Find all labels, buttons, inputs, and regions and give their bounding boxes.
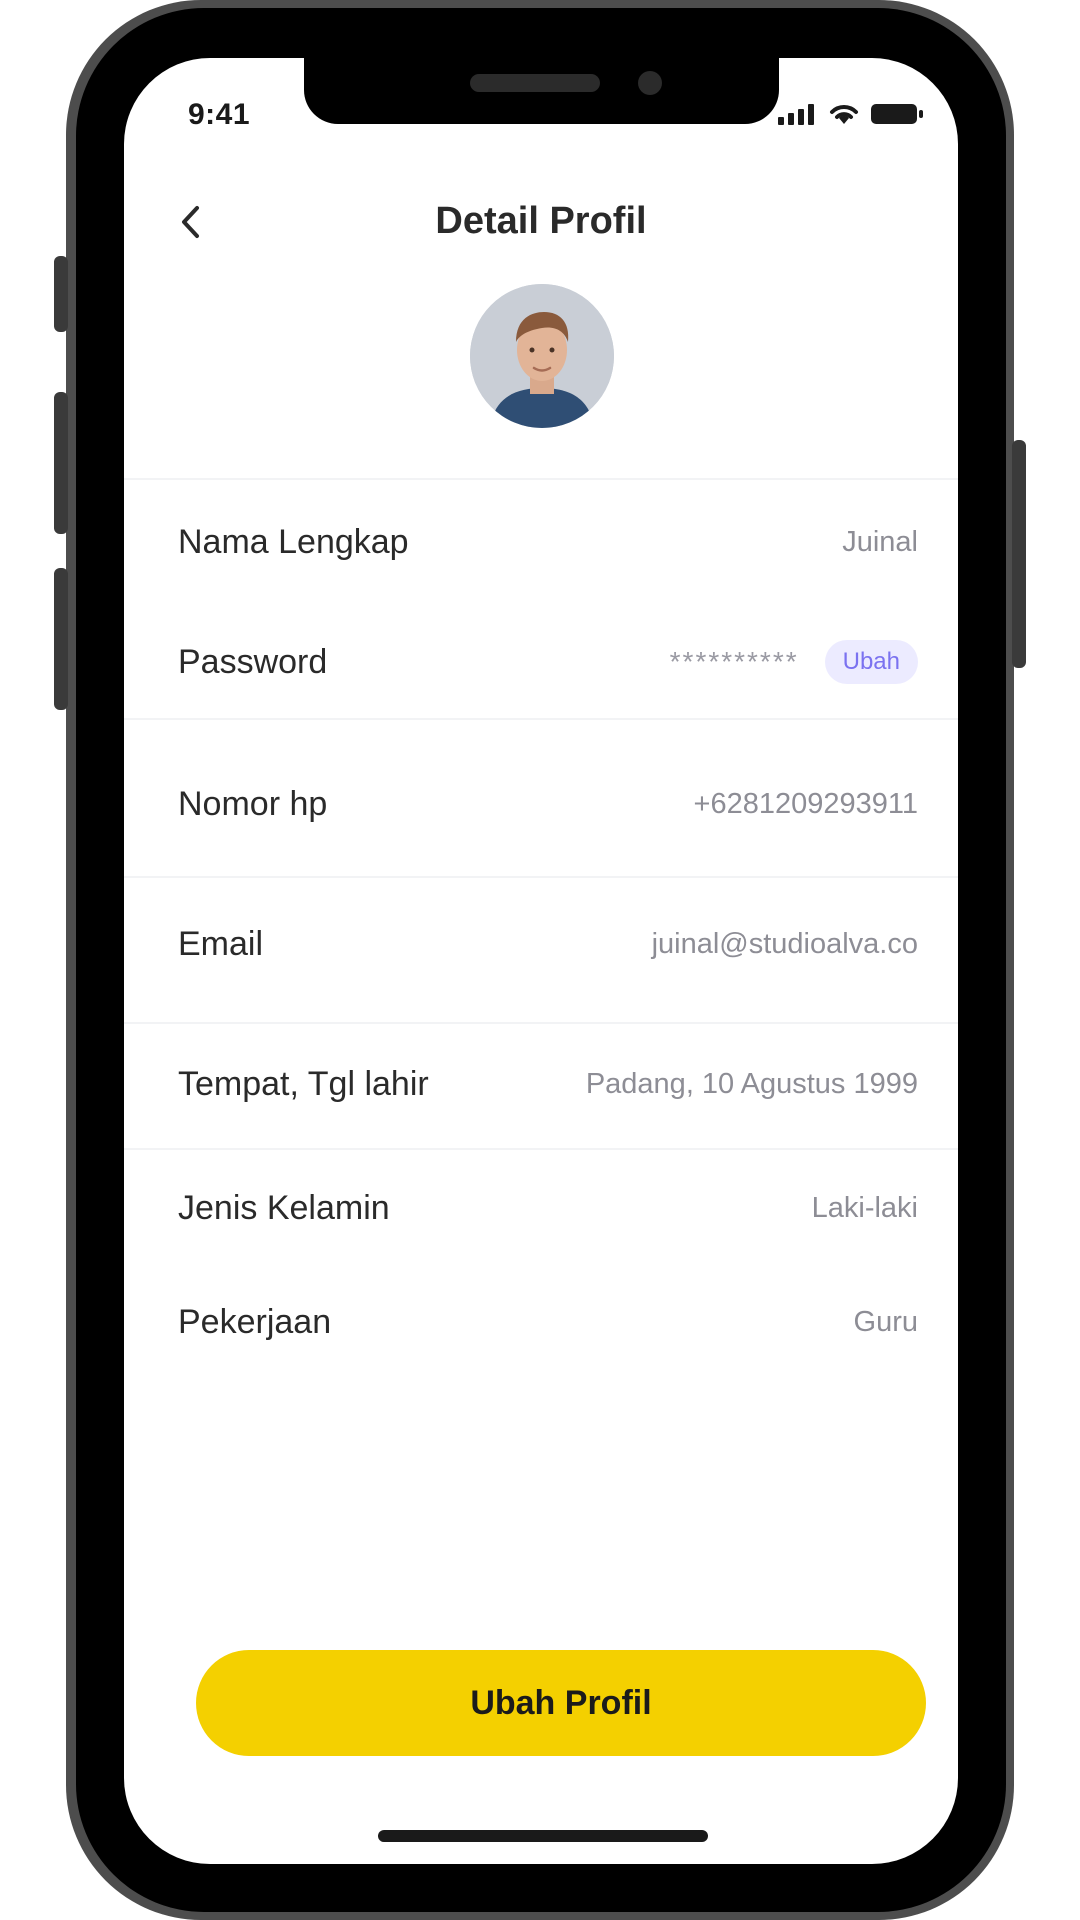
email-label: Email <box>178 924 264 963</box>
phone-label: Nomor hp <box>178 784 328 823</box>
row-divider <box>124 1148 958 1150</box>
gender-label: Jenis Kelamin <box>178 1188 390 1227</box>
gender-value: Laki-laki <box>811 1191 918 1224</box>
job-label: Pekerjaan <box>178 1302 332 1341</box>
row-full-name: Nama Lengkap Juinal <box>178 512 918 572</box>
section-divider <box>124 478 958 480</box>
row-divider <box>124 1022 958 1024</box>
volume-down-button <box>54 568 68 710</box>
birth-value: Padang, 10 Agustus 1999 <box>585 1067 918 1100</box>
status-time: 9:41 <box>188 98 251 131</box>
silent-switch <box>54 256 68 332</box>
row-job: Pekerjaan Guru <box>178 1292 918 1352</box>
row-phone: Nomor hp +6281209293911 <box>178 774 918 834</box>
row-email: Email juinal@studioalva.co <box>178 914 918 974</box>
full-name-value: Juinal <box>842 525 918 558</box>
notch <box>304 58 779 124</box>
avatar[interactable] <box>470 284 614 428</box>
full-name-label: Nama Lengkap <box>178 522 409 561</box>
row-divider <box>124 718 958 720</box>
status-icons <box>778 102 924 126</box>
job-value: Guru <box>853 1305 918 1338</box>
avatar-photo <box>470 284 614 428</box>
edit-profile-button[interactable]: Ubah Profil <box>196 1650 926 1756</box>
signal-icon <box>778 104 814 125</box>
page-title: Detail Profil <box>435 200 647 242</box>
screen: 9:41 Detail Profil Nama Lengkap Juinal P… <box>124 58 958 1864</box>
row-divider <box>124 876 958 878</box>
battery-icon <box>871 104 923 124</box>
phone-value: +6281209293911 <box>693 787 918 820</box>
birth-label: Tempat, Tgl lahir <box>178 1064 429 1103</box>
password-label: Password <box>178 642 328 681</box>
power-button <box>1012 440 1026 668</box>
row-password: Password ********** Ubah <box>178 632 918 692</box>
front-camera <box>638 71 662 95</box>
change-password-button[interactable]: Ubah <box>824 640 918 684</box>
speaker-grille <box>470 74 600 92</box>
home-indicator <box>378 1830 708 1842</box>
password-value: ********** <box>669 646 799 677</box>
row-gender: Jenis Kelamin Laki-laki <box>178 1178 918 1238</box>
volume-up-button <box>54 392 68 534</box>
wifi-icon <box>830 105 858 124</box>
row-birth: Tempat, Tgl lahir Padang, 10 Agustus 199… <box>178 1054 918 1114</box>
header: Detail Profil <box>124 188 958 258</box>
password-right: ********** Ubah <box>670 640 918 684</box>
email-value: juinal@studioalva.co <box>651 927 918 960</box>
